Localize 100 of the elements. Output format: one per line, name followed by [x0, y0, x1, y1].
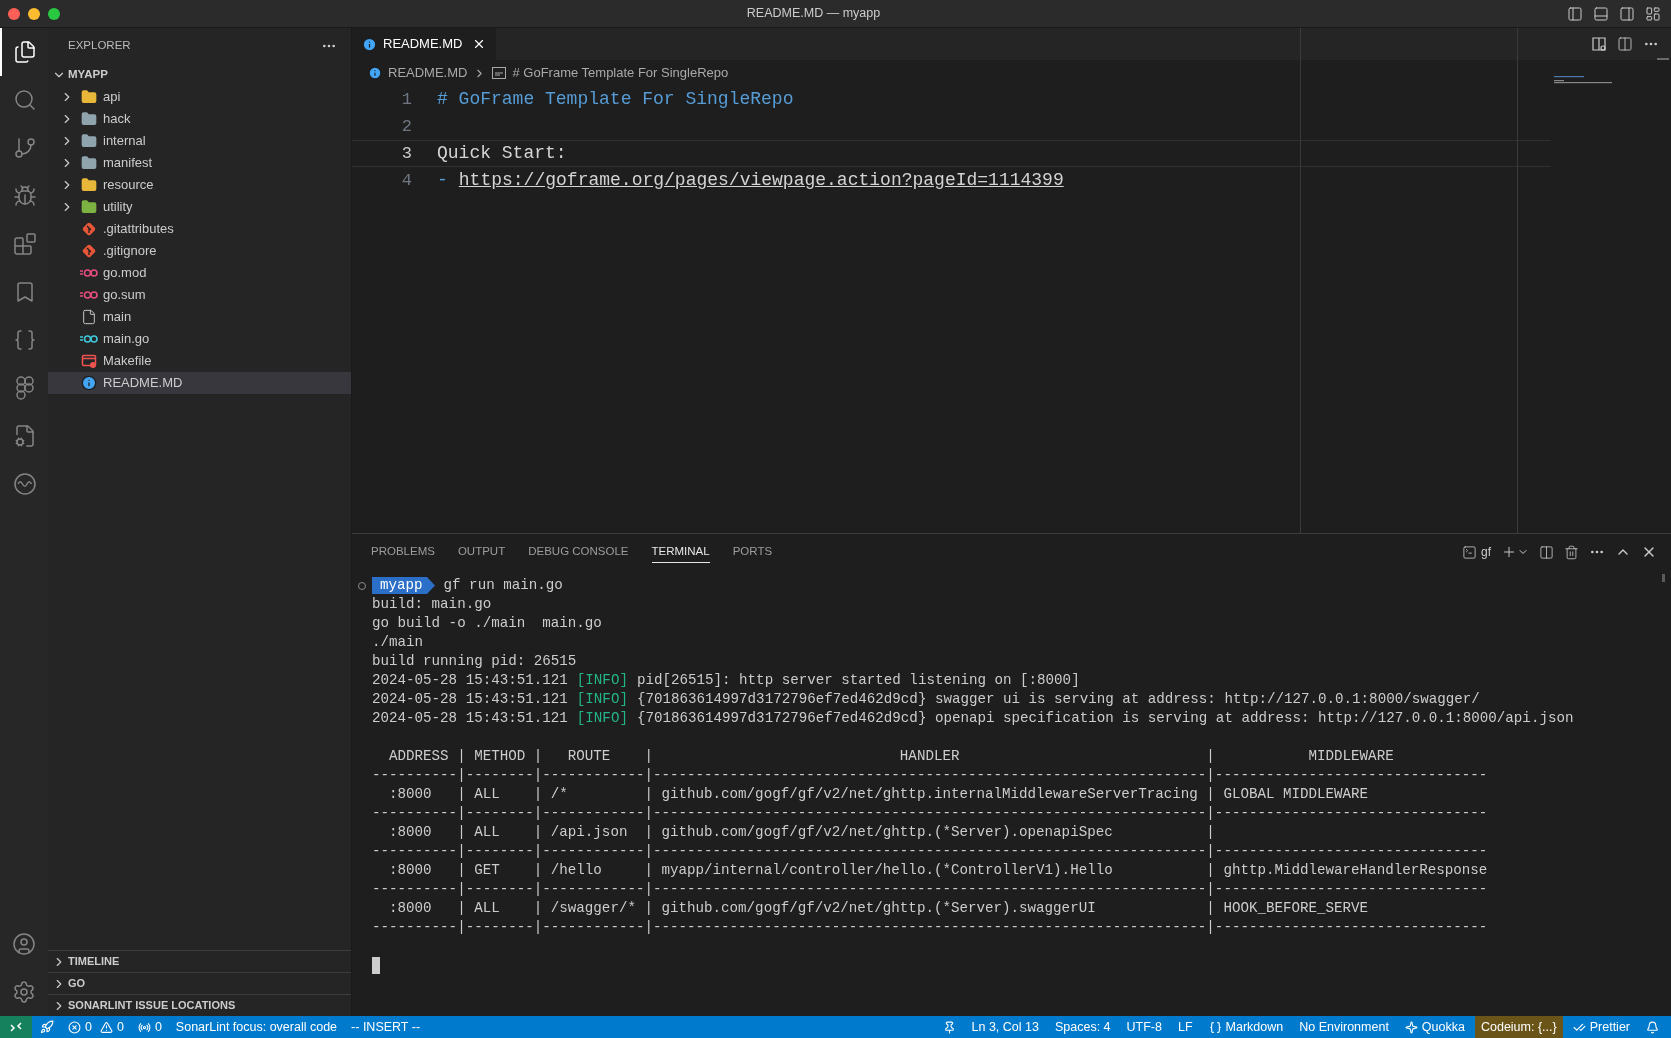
add-icon[interactable]: [1501, 544, 1517, 560]
terminal-command: gf run main.go: [443, 575, 563, 595]
minimap-drawing: [1554, 76, 1614, 86]
log-level: [INFO]: [576, 708, 628, 728]
terminal-line: build running pid: 26515: [372, 651, 577, 671]
search-icon: [13, 88, 37, 112]
panel-tab[interactable]: OUTPUT: [457, 541, 506, 563]
panel-tab[interactable]: PORTS: [732, 541, 773, 563]
problems-button[interactable]: 0 0: [62, 1016, 130, 1038]
close-window-icon[interactable]: [8, 7, 20, 20]
log-message: {701863614997d3172796ef7ed462d9cd} swagger ui is serving at address: http://127.0.0.1:8000/swagger/: [636, 689, 1480, 709]
log-level: [INFO]: [576, 670, 628, 690]
terminal-line: ./main: [372, 632, 424, 652]
warning-icon: [99, 1020, 113, 1034]
ports-button[interactable]: 0: [131, 1016, 168, 1038]
terminal-line: :8000 | GET | /hello | myapp/internal/controller/hello.(*ControllerV1).Hello | ghttp.MiddlewareHandlerResponse: [388, 860, 1488, 880]
window-title: README.MD — myapp: [746, 5, 881, 23]
line-number: 4: [400, 169, 412, 192]
file-tree-item[interactable]: go.mod: [48, 262, 351, 284]
remote-button[interactable]: [0, 1016, 32, 1038]
trash-icon[interactable]: [1564, 544, 1579, 560]
blocks-icon: [13, 232, 37, 256]
terminal-cursor: [372, 957, 380, 974]
error-icon: [68, 1020, 81, 1034]
pin-icon: [942, 1020, 956, 1034]
log-message: pid[26515]: http server started listening on [:8000]: [636, 670, 1080, 690]
folder-icon: [81, 111, 97, 127]
panel-tab[interactable]: DEBUG CONSOLE: [528, 541, 629, 563]
terminal-line: go build -o ./main main.go: [372, 613, 602, 633]
file-tree-item[interactable]: resource: [48, 174, 351, 196]
log-message: {701863614997d3172796ef7ed462d9cd} openapi specification is serving at address: http://127.0.0.1:8000/api.json: [636, 708, 1574, 728]
layout-icon[interactable]: [1645, 5, 1661, 22]
panel-tab[interactable]: TERMINAL: [651, 541, 710, 563]
toggle-panel-icon[interactable]: [1593, 5, 1609, 22]
folder-icon: [81, 199, 97, 215]
file-tree-item[interactable]: .gitattributes: [48, 218, 351, 240]
braces-icon: [1208, 1020, 1222, 1034]
split-editor-icon[interactable]: [1617, 36, 1633, 52]
language-button[interactable]: Markdown: [1202, 1016, 1290, 1038]
line-number: 3: [400, 142, 412, 165]
info-icon: [368, 66, 382, 80]
codeium-button[interactable]: Codeium: {...}: [1474, 1016, 1563, 1038]
status-item[interactable]: LF: [1171, 1016, 1199, 1038]
terminal-line: :8000 | ALL | /api.json | github.com/gogf/gf/v2/net/ghttp.(*Server).openapiSpec |: [388, 822, 1215, 842]
minimize-window-icon[interactable]: [28, 7, 40, 20]
breadcrumb-item[interactable]: README.MD: [388, 63, 468, 83]
file-tree-item[interactable]: api: [48, 86, 351, 108]
info-icon: [81, 375, 97, 391]
folder-header[interactable]: MYAPP: [48, 64, 351, 86]
panel-tab[interactable]: PROBLEMS: [371, 541, 435, 563]
prettier-button[interactable]: Prettier: [1566, 1016, 1636, 1038]
maximize-window-icon[interactable]: [48, 7, 60, 20]
file-tree-item[interactable]: utility: [48, 196, 351, 218]
file-gear-icon: [13, 424, 37, 448]
list-bullet: -: [437, 169, 448, 192]
prompt-arrow-icon: [426, 577, 435, 594]
status-item[interactable]: Ln 3, Col 13: [965, 1016, 1045, 1038]
makefile-icon: [81, 353, 97, 369]
url-link[interactable]: https://goframe.org/pages/viewpage.action?pageId=1114399: [458, 167, 1064, 194]
split-preview-icon[interactable]: [1591, 36, 1607, 52]
terminal-line: ADDRESS | METHOD | ROUTE | HANDLER | MIDDLEWARE: [388, 746, 1394, 766]
terminal-selector[interactable]: gf: [1462, 543, 1491, 561]
file-tree-item[interactable]: go.sum: [48, 284, 351, 306]
toggle-secondary-sidebar-icon[interactable]: [1619, 5, 1635, 22]
file-tree-item[interactable]: manifest: [48, 152, 351, 174]
file-tree-item[interactable]: hack: [48, 108, 351, 130]
status-item[interactable]: SonarLint focus: overall code: [169, 1016, 344, 1038]
circles-icon: [14, 376, 36, 400]
go-file-icon: [80, 290, 98, 300]
toggle-sidebar-icon[interactable]: [1567, 5, 1583, 22]
file-tree-item[interactable]: .gitignore: [48, 240, 351, 262]
terminal-line: build: main.go: [372, 594, 492, 614]
terminal-line: ----------|--------|------------|-----------------------------------------------------------------|--------------------------------: [372, 841, 1488, 861]
folder-icon: [81, 133, 97, 149]
log-time: 2024-05-28 15:43:51.121: [372, 708, 568, 728]
terminal-line: :8000 | ALL | /swagger/* | github.com/gogf/gf/v2/net/ghttp.(*Server).swaggerUI | HOOK_BEFORE_SERVE: [388, 898, 1369, 918]
folder-icon: [81, 155, 97, 171]
quokka-button[interactable]: Quokka: [1398, 1016, 1471, 1038]
split-terminal-icon[interactable]: [1539, 544, 1554, 560]
file-tree-item[interactable]: main: [48, 306, 351, 328]
status-item[interactable]: -- INSERT --: [345, 1016, 427, 1038]
wave-icon: [13, 472, 37, 496]
status-item[interactable]: Spaces: 4: [1048, 1016, 1117, 1038]
sidebar-section-header[interactable]: GO: [48, 972, 351, 994]
sidebar-section-header[interactable]: TIMELINE: [48, 950, 351, 972]
info-icon: [362, 36, 377, 52]
log-time: 2024-05-28 15:43:51.121: [372, 670, 568, 690]
breadcrumb-item[interactable]: # GoFrame Template For SingleRepo: [512, 63, 729, 83]
file-tree-item[interactable]: README.MD: [48, 372, 351, 394]
code-line: # GoFrame Template For SingleRepo: [437, 88, 794, 111]
file-tree-item[interactable]: Makefile: [48, 350, 351, 372]
antenna-icon: [137, 1020, 151, 1034]
terminal-line: :8000 | ALL | /* | github.com/gogf/gf/v2/net/ghttp.internalMiddlewareServerTracing | GLOBAL MIDDLEWARE: [388, 784, 1369, 804]
status-item[interactable]: UTF-8: [1120, 1016, 1168, 1038]
editor-tab[interactable]: README.MD: [352, 28, 497, 60]
file-tree-item[interactable]: internal: [48, 130, 351, 152]
file-tree-item[interactable]: main.go: [48, 328, 351, 350]
status-item[interactable]: No Environment: [1293, 1016, 1395, 1038]
account-icon: [12, 932, 36, 956]
line-number: 2: [400, 115, 412, 138]
